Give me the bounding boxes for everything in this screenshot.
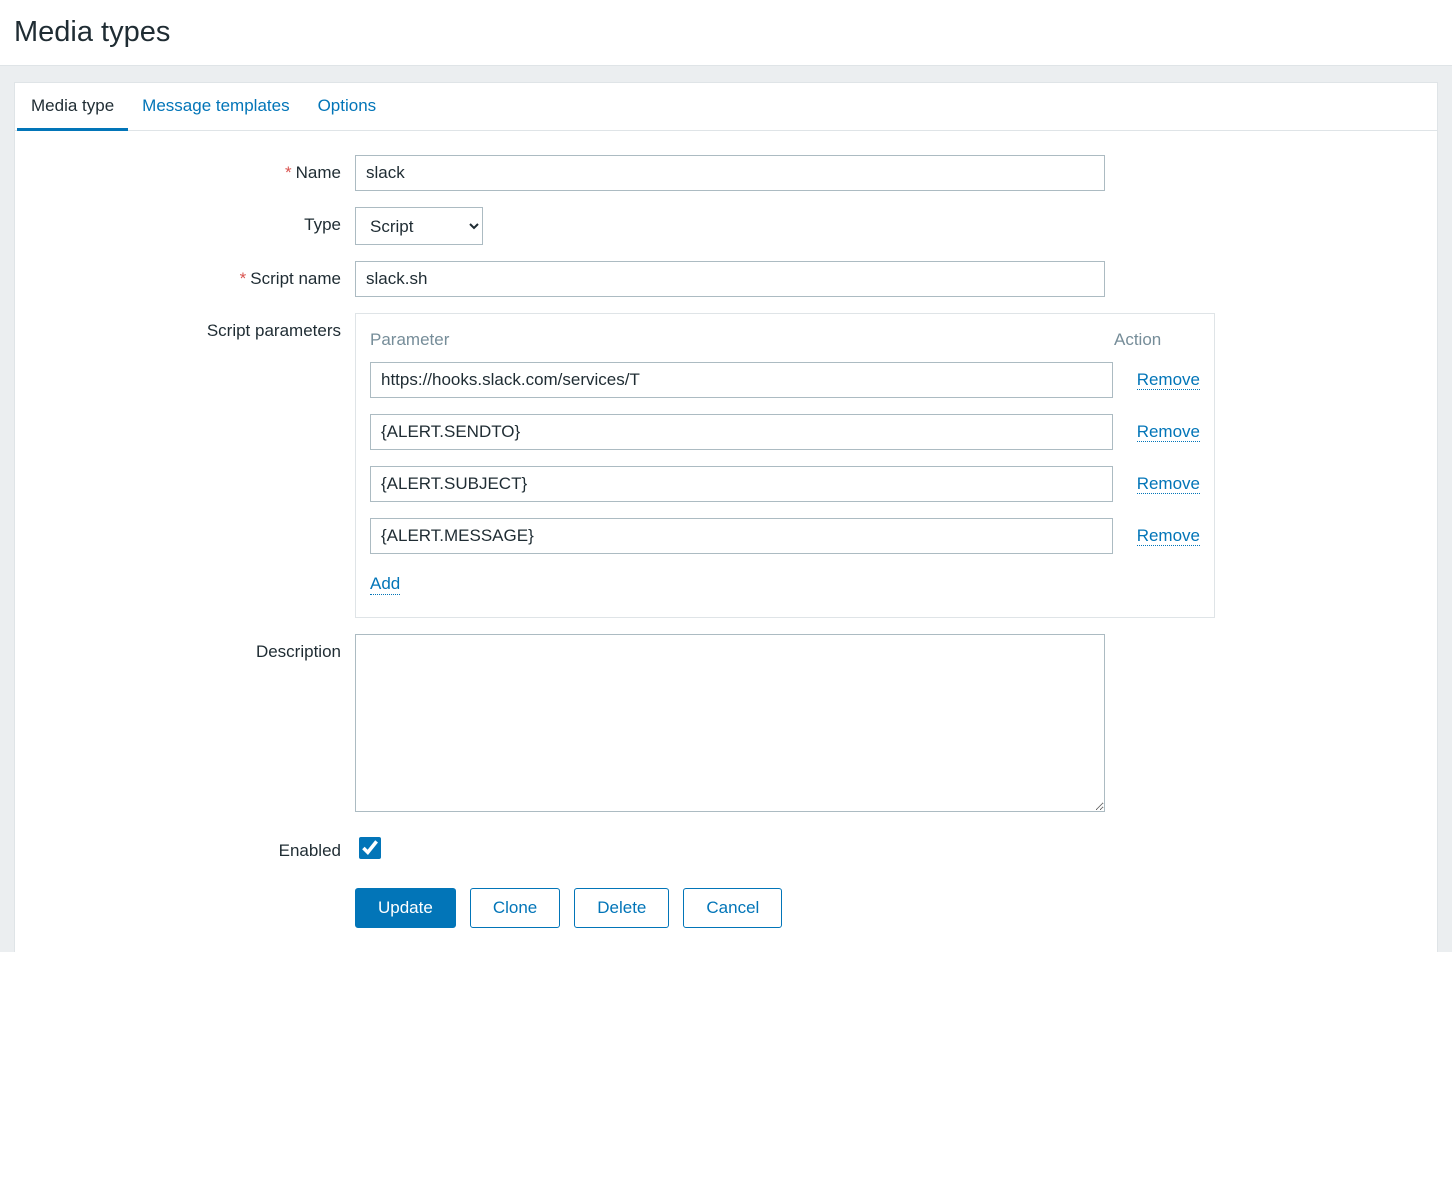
type-select[interactable]: Script xyxy=(355,207,483,245)
type-label: Type xyxy=(15,207,355,235)
params-header-parameter: Parameter xyxy=(370,330,1114,350)
delete-button[interactable]: Delete xyxy=(574,888,669,928)
param-input[interactable] xyxy=(370,414,1113,450)
add-button[interactable]: Add xyxy=(370,574,400,595)
remove-button[interactable]: Remove xyxy=(1137,474,1200,495)
param-input[interactable] xyxy=(370,362,1113,398)
description-textarea[interactable] xyxy=(355,634,1105,812)
tabs: Media type Message templates Options xyxy=(15,83,1437,131)
remove-button[interactable]: Remove xyxy=(1137,422,1200,443)
param-input[interactable] xyxy=(370,518,1113,554)
remove-button[interactable]: Remove xyxy=(1137,526,1200,547)
script-params-label: Script parameters xyxy=(15,313,355,341)
script-name-label: *Script name xyxy=(15,261,355,289)
param-row: Remove xyxy=(370,414,1200,450)
param-row: Remove xyxy=(370,518,1200,554)
description-label: Description xyxy=(15,634,355,662)
name-label: *Name xyxy=(15,155,355,183)
tab-options[interactable]: Options xyxy=(304,83,391,131)
param-input[interactable] xyxy=(370,466,1113,502)
enabled-label: Enabled xyxy=(15,833,355,861)
param-row: Remove xyxy=(370,466,1200,502)
remove-button[interactable]: Remove xyxy=(1137,370,1200,391)
params-header-action: Action xyxy=(1114,330,1200,350)
enabled-checkbox[interactable] xyxy=(359,837,381,859)
name-input[interactable] xyxy=(355,155,1105,191)
script-name-input[interactable] xyxy=(355,261,1105,297)
page-title: Media types xyxy=(14,16,1438,49)
update-button[interactable]: Update xyxy=(355,888,456,928)
param-row: Remove xyxy=(370,362,1200,398)
tab-message-templates[interactable]: Message templates xyxy=(128,83,303,131)
tab-media-type[interactable]: Media type xyxy=(17,83,128,131)
script-params-box: Parameter Action Remove Remove xyxy=(355,313,1215,618)
clone-button[interactable]: Clone xyxy=(470,888,560,928)
cancel-button[interactable]: Cancel xyxy=(683,888,782,928)
